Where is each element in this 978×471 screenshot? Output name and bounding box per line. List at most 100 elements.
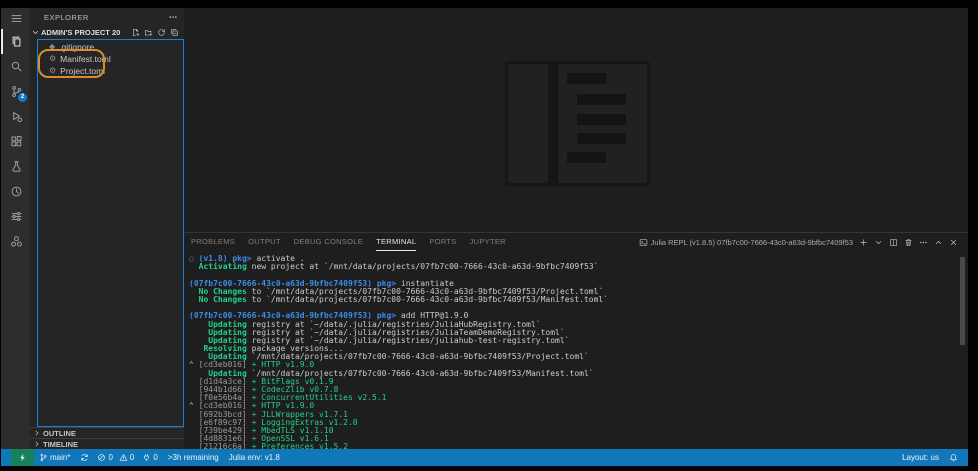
terminal-output[interactable]: ○ (v1.8) pkg> activate . Activating new … [184, 252, 956, 449]
status-problems-errors[interactable]: 0 [94, 449, 115, 466]
flask-icon [10, 160, 23, 173]
gear-file-icon: ⚙ [49, 66, 57, 75]
status-problems-warnings[interactable]: 0 [116, 449, 137, 466]
activity-extensions-button[interactable] [1, 129, 29, 154]
more-icon [919, 238, 928, 247]
activity-tune-settings-button[interactable] [1, 204, 29, 229]
panel-header: PROBLEMS OUTPUT DEBUG CONSOLE TERMINAL PORTS… [184, 233, 968, 251]
extensions-icon [10, 135, 23, 148]
explorer-title: EXPLORER [44, 12, 89, 22]
outline-section-header[interactable]: OUTLINE [29, 427, 184, 438]
bottom-panel: PROBLEMS OUTPUT DEBUG CONSOLE TERMINAL PORTS… [184, 232, 968, 449]
file-item-.gitignore[interactable]: ◆ .gitignore [38, 41, 183, 53]
status-bar: main* 0 0 0 >3h remaining Julia env: v1.8 Lay… [1, 449, 968, 466]
panel-header-right: Julia REPL (v1.8.5) 07fb7c00-7666-43c0-a… [639, 238, 968, 247]
gear-file-icon: ⚙ [49, 54, 57, 63]
collapse-folders-button[interactable] [170, 28, 179, 37]
status-bar-right: Layout: us [897, 449, 968, 466]
panel-tab-debug-console[interactable]: DEBUG CONSOLE [294, 233, 363, 251]
panel-tab-problems[interactable]: PROBLEMS [191, 233, 235, 251]
watermark-bar [577, 133, 626, 144]
activity-testing-button[interactable] [1, 154, 29, 179]
activity-source-control-button[interactable]: 2 [1, 79, 29, 104]
new-folder-icon [144, 28, 153, 37]
file-item-Manifest.toml[interactable]: ⚙ Manifest.toml [38, 53, 183, 65]
activity-search-button[interactable] [1, 54, 29, 79]
chevron-down-icon [31, 28, 40, 37]
timeline-section-header[interactable]: TIMELINE [29, 438, 184, 449]
status-sync-changes[interactable] [75, 449, 94, 466]
timeline-label: TIMELINE [43, 439, 78, 449]
refresh-icon [157, 28, 166, 37]
plug-icon [142, 453, 151, 462]
new-file-button[interactable] [131, 28, 140, 37]
maximize-panel-button[interactable] [934, 238, 943, 247]
explorer-icon [10, 35, 23, 48]
panel-tab-jupyter[interactable]: JUPYTER [470, 233, 506, 251]
status-forwarded-ports[interactable]: 0 [137, 449, 162, 466]
file-tree[interactable]: ◆ .gitignore ⚙ Manifest.toml ⚙ Project.toml [37, 39, 184, 427]
status-remote-indicator[interactable] [11, 449, 34, 466]
julia-icon [10, 235, 23, 248]
diamond-file-icon: ◆ [49, 42, 56, 51]
file-label: Project.toml [60, 66, 106, 76]
editor-area [184, 8, 968, 232]
trash-icon [904, 238, 913, 247]
terminal-session-selector[interactable]: Julia REPL (v1.8.5) 07fb7c00-7666-43c0-a… [639, 238, 853, 247]
terminal-line: No Changes to `/mnt/data/projects/07fb7c… [198, 294, 609, 304]
project-section-label: ADMIN'S PROJECT 20 [41, 28, 121, 37]
close-panel-button[interactable] [949, 238, 958, 247]
warning-icon [119, 453, 128, 462]
watermark-bar [567, 73, 606, 84]
status-time-remaining[interactable]: >3h remaining [163, 449, 224, 466]
watermark-bar [567, 152, 606, 163]
close-icon [949, 238, 958, 247]
refresh-explorer-button[interactable] [157, 28, 166, 37]
panel-tab-terminal[interactable]: TERMINAL [376, 233, 417, 251]
chevron-right-icon [33, 429, 41, 437]
launch-profile-button[interactable] [874, 238, 883, 247]
activity-julia-button[interactable] [1, 229, 29, 254]
project-section-header[interactable]: ADMIN'S PROJECT 20 [29, 26, 184, 39]
collapse-all-icon [170, 28, 179, 37]
file-list: ◆ .gitignore ⚙ Manifest.toml ⚙ Project.toml [38, 41, 183, 77]
terminal-scrollbar[interactable] [960, 257, 965, 345]
kill-terminal-button[interactable] [904, 238, 913, 247]
editor-column: PROBLEMS OUTPUT DEBUG CONSOLE TERMINAL PORTS… [184, 8, 968, 449]
error-icon [97, 453, 106, 462]
new-terminal-button[interactable] [859, 238, 868, 247]
file-label: .gitignore [59, 42, 95, 52]
activity-run-and-debug-button[interactable] [1, 104, 29, 129]
status-bar-left: main* 0 0 0 >3h remaining Julia env: v1.8 [1, 449, 285, 466]
status-julia-env-label: Julia env: v1.8 [228, 453, 280, 462]
panel-tab-ports[interactable]: PORTS [429, 233, 456, 251]
watermark-content-panel [558, 64, 647, 183]
status-problems-warnings-label: 0 [129, 453, 135, 462]
status-keyboard-layout[interactable]: Layout: us [897, 449, 944, 466]
new-folder-button[interactable] [144, 28, 153, 37]
activity-timer-button[interactable] [1, 179, 29, 204]
watermark-bar [577, 94, 626, 105]
status-notifications[interactable] [944, 449, 963, 466]
panel-tab-output[interactable]: OUTPUT [248, 233, 281, 251]
chevron-up-icon [934, 238, 943, 247]
explorer-more-actions-button[interactable] [168, 12, 178, 22]
screen: 2 EXPLORER ADMIN'S PROJECT 20 ◆ .gitignor… [0, 0, 978, 471]
activity-explorer-button[interactable] [1, 29, 29, 54]
file-item-Project.toml[interactable]: ⚙ Project.toml [38, 65, 183, 77]
split-terminal-button[interactable] [889, 238, 898, 247]
status-julia-env[interactable]: Julia env: v1.8 [224, 449, 285, 466]
status-time-remaining-label: >3h remaining [167, 453, 219, 462]
watermark-sidebar-panel [508, 64, 548, 183]
activity-menu-button[interactable] [1, 8, 29, 29]
plus-icon [859, 238, 868, 247]
outline-label: OUTLINE [43, 428, 76, 438]
terminal-session-label: Julia REPL (v1.8.5) 07fb7c00-7666-43c0-a… [650, 237, 853, 247]
panel-more-actions-button[interactable] [919, 238, 928, 247]
status-git-branch[interactable]: main* [34, 449, 75, 466]
vscode-window: 2 EXPLORER ADMIN'S PROJECT 20 ◆ .gitignor… [1, 8, 968, 466]
terminal-line: [21216c6a] + Preferences v1.5.2 [198, 442, 348, 449]
scm-badge: 2 [18, 93, 27, 102]
timer-icon [10, 185, 23, 198]
split-icon [889, 238, 898, 247]
